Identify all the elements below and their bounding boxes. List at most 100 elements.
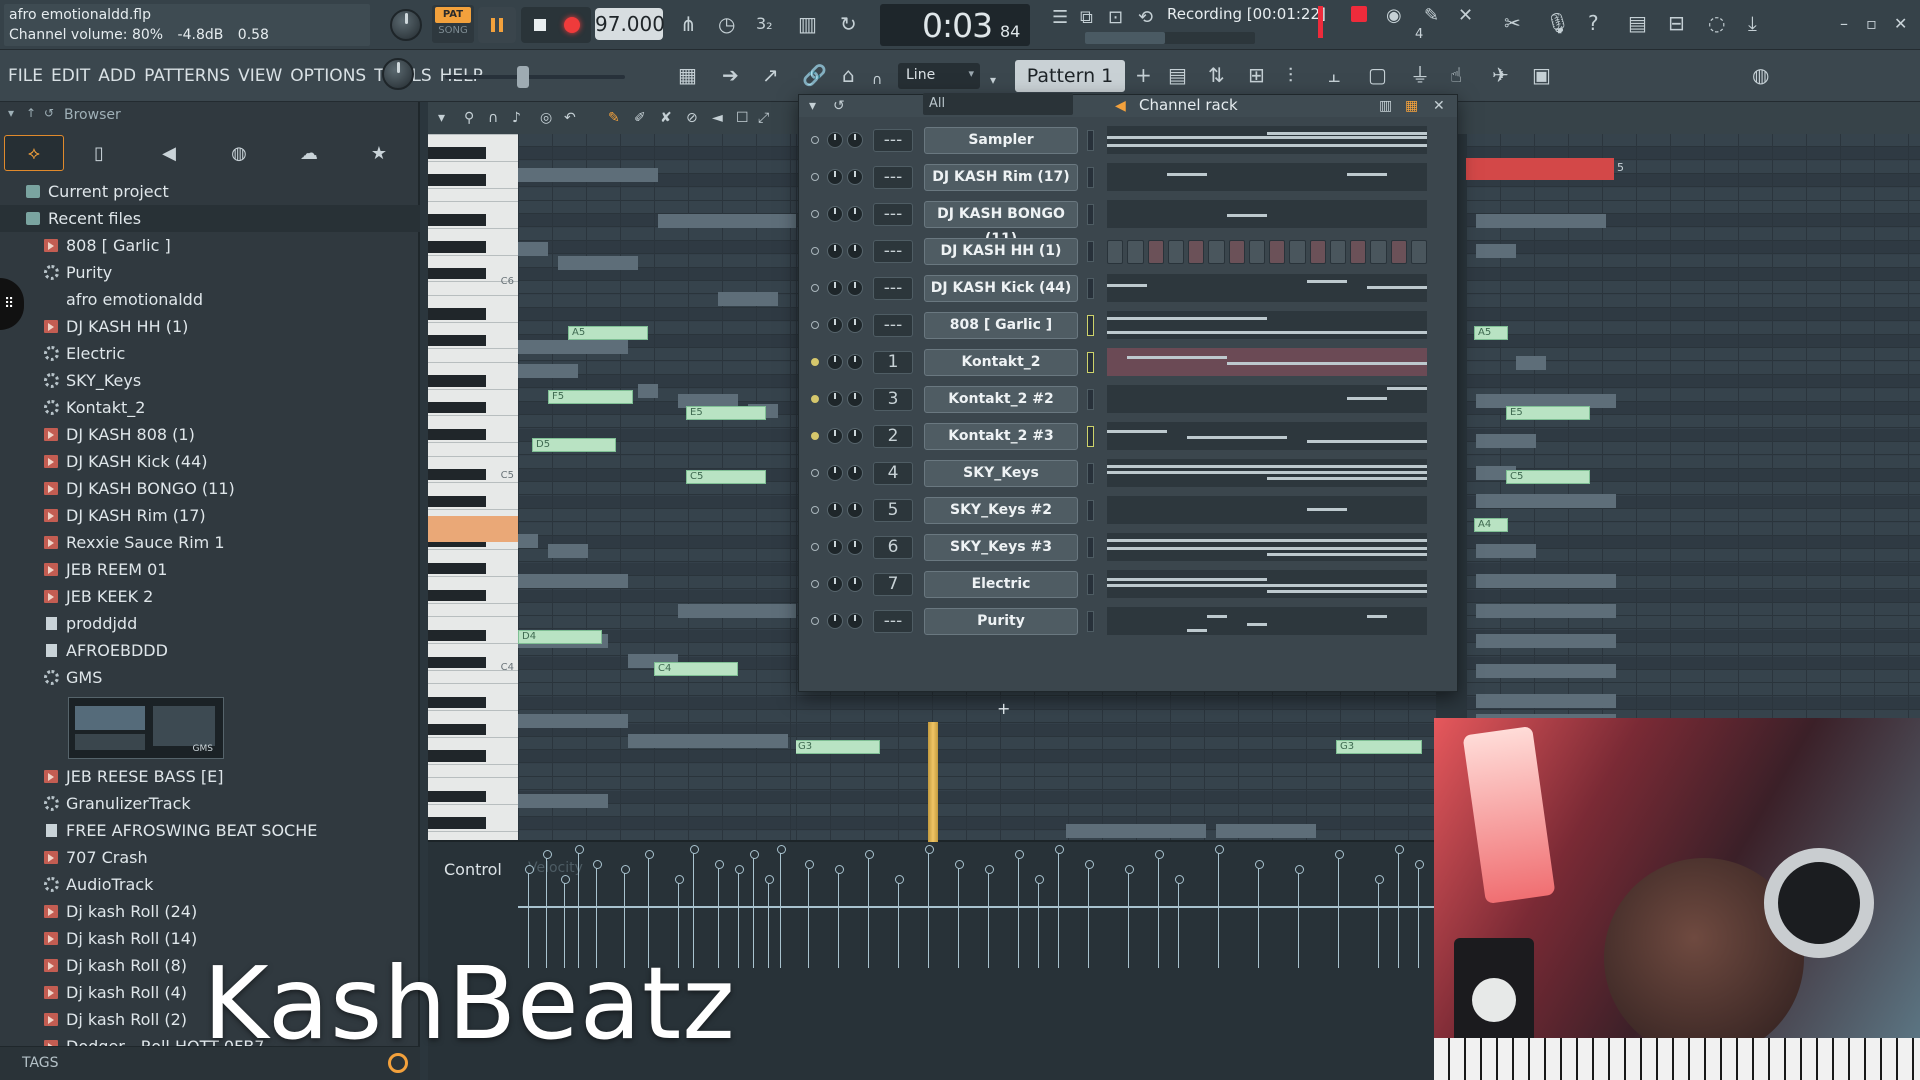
browser-item[interactable]: DJ KASH BONGO (11) [0, 475, 420, 502]
channel-preview[interactable] [1107, 385, 1427, 413]
channel-mixer-route[interactable]: 2 [873, 425, 913, 448]
link-icon[interactable]: 🔗 [802, 65, 827, 85]
step-button[interactable] [1390, 240, 1407, 264]
song-label[interactable]: SONG [432, 25, 474, 36]
channel-volume-knob[interactable] [847, 502, 863, 518]
velocity-stem[interactable] [765, 875, 774, 968]
piano-roll-icon[interactable]: ▦ [678, 65, 697, 85]
velocity-stem[interactable] [865, 850, 874, 968]
note[interactable]: E5 [686, 406, 766, 420]
channel-pan-knob[interactable] [827, 206, 843, 222]
ghost-note[interactable] [518, 168, 658, 182]
timeline-ruler-right[interactable]: 5 [1466, 158, 1624, 180]
step-button[interactable] [1107, 240, 1124, 264]
step-button[interactable] [1147, 240, 1164, 264]
channel-row[interactable]: 3 Kontakt_2 #2 [799, 384, 1459, 414]
channel-row[interactable]: 7 Electric [799, 569, 1459, 599]
help-icon[interactable]: ? [1588, 13, 1599, 33]
menu-options[interactable]: OPTIONS [290, 66, 366, 86]
channel-pan-knob[interactable] [827, 465, 843, 481]
cart-icon[interactable]: ▣ [1532, 65, 1551, 85]
pr-menu-icon[interactable]: ▾ [438, 108, 445, 128]
channel-name-button[interactable]: Kontakt_2 #2 [924, 386, 1078, 413]
channel-select[interactable] [1087, 500, 1094, 521]
minimize-icon[interactable]: – [1840, 14, 1848, 33]
velocity-stem[interactable] [1175, 875, 1184, 968]
step-button[interactable] [1167, 240, 1184, 264]
channel-led-icon[interactable] [811, 469, 819, 477]
browser-item[interactable]: AFROEBDDD [0, 637, 420, 664]
velocity-stem[interactable] [925, 845, 934, 968]
channel-select[interactable] [1087, 204, 1094, 225]
channel-mixer-route[interactable]: 7 [873, 573, 913, 596]
channel-pan-knob[interactable] [827, 502, 843, 518]
velocity-stem[interactable] [777, 845, 786, 968]
channel-row[interactable]: 6 SKY_Keys #3 [799, 532, 1459, 562]
channel-filter[interactable]: All [923, 93, 1073, 115]
channel-pan-knob[interactable] [827, 613, 843, 629]
add-channel-button[interactable]: + [997, 699, 1010, 718]
loop-record-icon[interactable]: ↻ [840, 14, 857, 34]
channel-led-icon[interactable] [811, 358, 819, 366]
step-button[interactable] [1269, 240, 1286, 264]
channel-select[interactable] [1087, 574, 1094, 595]
channel-volume-knob[interactable] [847, 206, 863, 222]
ghost-note[interactable] [1476, 214, 1606, 228]
channel-led-icon[interactable] [811, 580, 819, 588]
channel-select[interactable] [1087, 463, 1094, 484]
master-volume-slider[interactable] [445, 66, 625, 88]
channel-name-button[interactable]: Purity [924, 608, 1078, 635]
velocity-stem[interactable] [895, 875, 904, 968]
magnet-icon[interactable]: ∩ [872, 70, 882, 90]
playhead[interactable] [928, 722, 938, 842]
velocity-stem[interactable] [955, 860, 964, 968]
browser-item[interactable]: afro emotionaldd [0, 286, 420, 313]
snap-dropdown-icon[interactable]: ▾ [990, 70, 996, 90]
all-tab-icon[interactable]: ⟡ [4, 135, 64, 171]
channel-row[interactable]: --- DJ KASH Rim (17) [799, 162, 1459, 192]
channel-name-button[interactable]: DJ KASH BONGO (11) [924, 201, 1078, 247]
pr-note-icon[interactable]: ♪ [512, 108, 521, 128]
ghost-note[interactable] [718, 292, 778, 306]
browser-item[interactable]: DJ KASH 808 (1) [0, 421, 420, 448]
rack-close-icon[interactable]: ✕ [1433, 96, 1445, 116]
channel-rack-icon[interactable]: ⫶ [1288, 65, 1293, 85]
channel-preview[interactable] [1107, 422, 1427, 450]
stamp-icon[interactable]: ⌂ [842, 65, 855, 85]
ghost-note[interactable] [678, 604, 796, 618]
bird-icon[interactable]: ✈ [1492, 65, 1509, 85]
velocity-stem[interactable] [1055, 845, 1064, 968]
countdown-icon[interactable]: 3₂ [756, 14, 773, 34]
channel-name-button[interactable]: SKY_Keys #2 [924, 497, 1078, 524]
step-sequencer[interactable] [1107, 240, 1427, 264]
velocity-stem[interactable] [985, 865, 994, 968]
ghost-note[interactable] [518, 242, 548, 256]
pr-undo-icon[interactable]: ↶ [564, 108, 576, 128]
note-grid[interactable]: A5 F5 E5 D5 C5 D4 C4 [518, 134, 796, 840]
velocity-stem[interactable] [1015, 850, 1024, 968]
channel-mixer-route[interactable]: --- [873, 277, 913, 300]
channel-select[interactable] [1087, 537, 1094, 558]
note[interactable]: D4 [518, 630, 602, 644]
ghost-note[interactable] [1476, 544, 1536, 558]
channel-mixer-route[interactable]: 4 [873, 462, 913, 485]
channel-led-icon[interactable] [811, 395, 819, 403]
velocity-stem[interactable] [1415, 860, 1424, 968]
browser-item[interactable]: SKY_Keys [0, 367, 420, 394]
channel-pan-knob[interactable] [827, 391, 843, 407]
channel-select[interactable] [1087, 315, 1094, 336]
channel-select[interactable] [1087, 426, 1094, 447]
channel-mixer-route[interactable]: --- [873, 610, 913, 633]
plugins-tab-icon[interactable]: ◀ [134, 135, 204, 171]
chat-icon[interactable]: ◌ [1708, 13, 1725, 33]
channel-name-button[interactable]: DJ KASH Rim (17) [924, 164, 1078, 191]
record-button[interactable] [553, 7, 591, 43]
velocity-stem[interactable] [1155, 850, 1164, 968]
channel-mixer-route[interactable]: 3 [873, 388, 913, 411]
channel-mixer-route[interactable]: --- [873, 203, 913, 226]
channel-pan-knob[interactable] [827, 132, 843, 148]
ghost-note[interactable] [518, 574, 628, 588]
record-loop-icon[interactable]: ⟲ [1138, 8, 1153, 28]
browser-item[interactable]: Electric [0, 340, 420, 367]
pen-icon[interactable]: ✎ [1424, 6, 1439, 26]
